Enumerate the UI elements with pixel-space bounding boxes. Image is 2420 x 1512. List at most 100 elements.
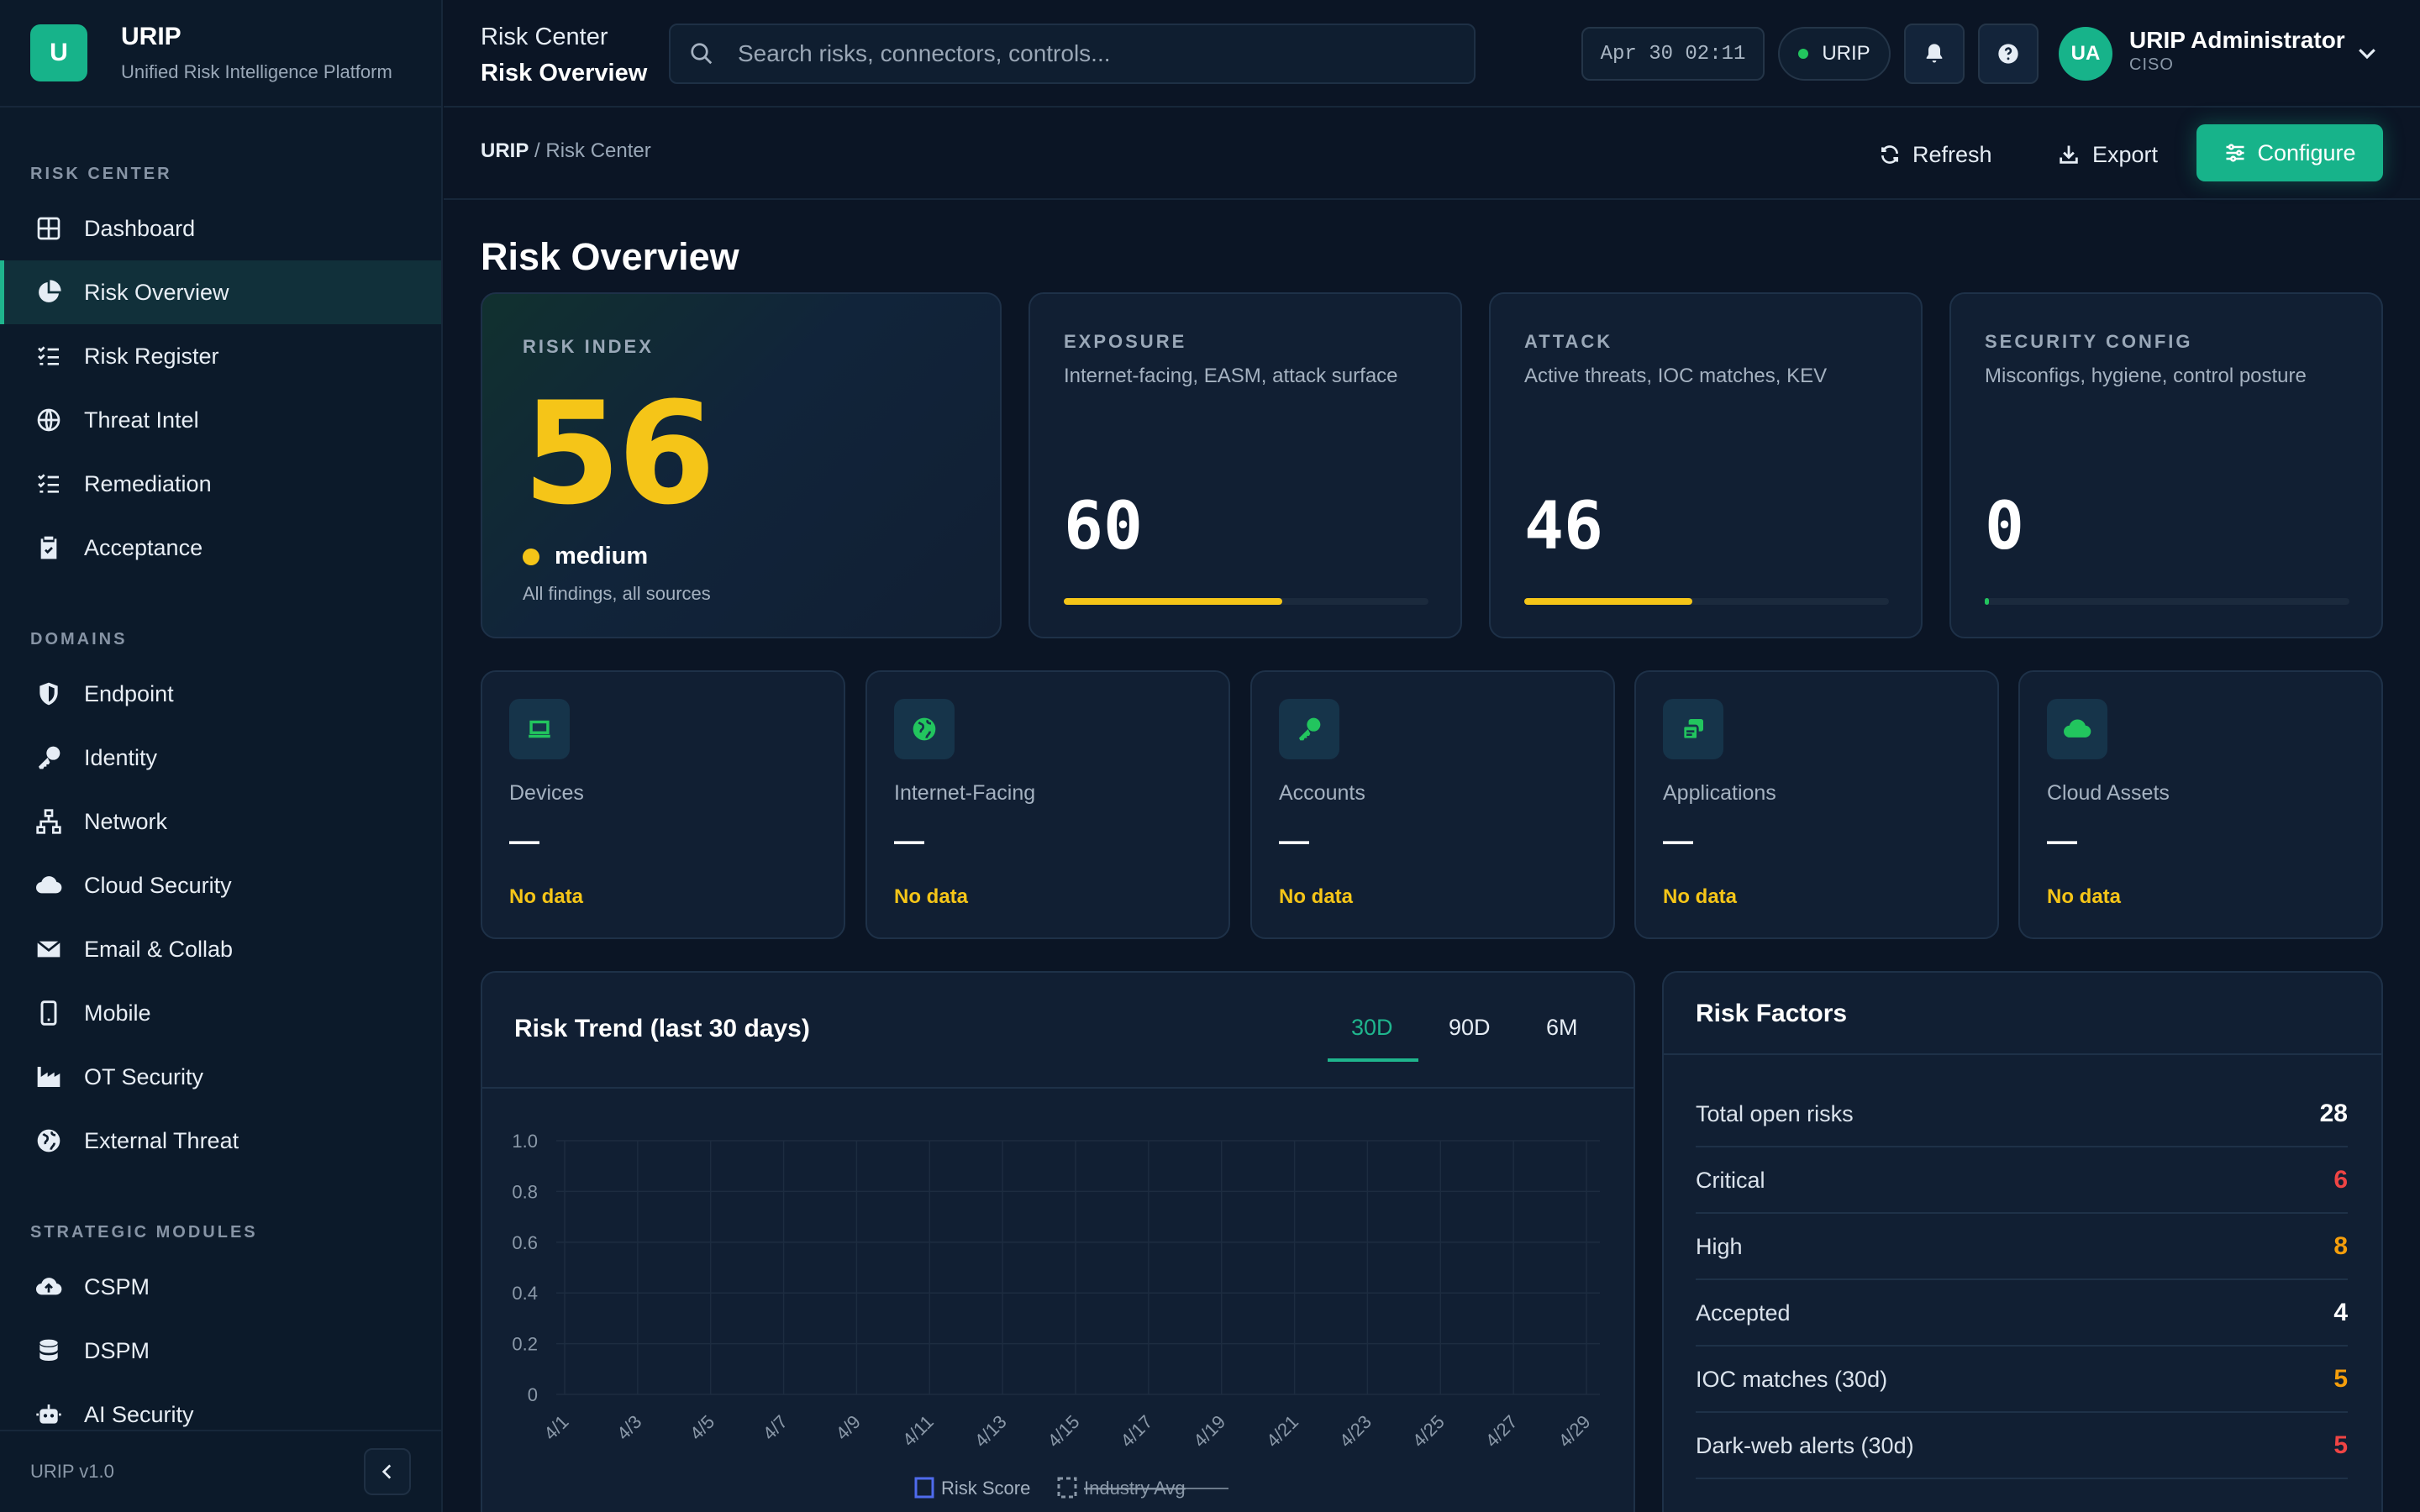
breadcrumb-current: Risk Center	[545, 139, 651, 162]
sidebar-item-label: Acceptance	[84, 534, 203, 560]
kpi-value: 46	[1524, 489, 1603, 564]
kpi-label: SECURITY CONFIG	[1985, 331, 2193, 352]
nav-section-risk-center: RISK CENTER	[30, 165, 172, 183]
export-button[interactable]: Export	[2057, 126, 2158, 183]
kpi-label: ATTACK	[1524, 331, 1613, 352]
risk-factor-row[interactable]: Total open risks 28	[1696, 1082, 2348, 1147]
refresh-button[interactable]: Refresh	[1879, 126, 1992, 183]
topbar-title: Risk Center Risk Overview	[481, 24, 647, 87]
topbar: Risk Center Risk Overview Apr 30 02:11 U…	[444, 0, 2420, 108]
asset-status: No data	[2047, 885, 2122, 908]
sidebar-item-cspm[interactable]: CSPM	[0, 1255, 441, 1319]
cloud-icon	[34, 870, 64, 900]
risk-factor-row[interactable]: Critical 6	[1696, 1148, 2348, 1214]
asset-value: —	[1663, 823, 1693, 858]
kpi-card-attack[interactable]: ATTACK Active threats, IOC matches, KEV …	[1489, 292, 1923, 638]
user-menu-toggle[interactable]	[2354, 40, 2380, 70]
sidebar-item-label: Remediation	[84, 470, 212, 496]
shield-icon	[34, 679, 64, 709]
risk-factor-value: 5	[2333, 1365, 2348, 1393]
kpi-progress-track	[1064, 598, 1428, 605]
x-tick-label: 4/25	[1408, 1411, 1449, 1452]
kpi-description: Internet-facing, EASM, attack surface	[1064, 365, 1398, 387]
risk-trend-header: Risk Trend (last 30 days) 30D 90D 6M	[482, 973, 1634, 1089]
brand[interactable]: U URIP Unified Risk Intelligence Platfor…	[0, 0, 441, 108]
sidebar-item-dashboard[interactable]: Dashboard	[0, 197, 441, 260]
sidebar-item-label: DSPM	[84, 1337, 150, 1363]
sidebar-item-external-threat[interactable]: External Threat	[0, 1109, 441, 1173]
asset-card-internet-facing[interactable]: Internet-Facing — No data	[865, 670, 1230, 939]
asset-status: No data	[1663, 885, 1738, 908]
asset-label: Internet-Facing	[894, 781, 1036, 805]
configure-button[interactable]: Configure	[2196, 124, 2383, 181]
kpi-description: Active threats, IOC matches, KEV	[1524, 365, 1828, 387]
sidebar: U URIP Unified Risk Intelligence Platfor…	[0, 0, 443, 1512]
tenant-badge[interactable]: URIP	[1778, 27, 1891, 81]
kpi-card-exposure[interactable]: EXPOSURE Internet-facing, EASM, attack s…	[1028, 292, 1462, 638]
asset-card-accounts[interactable]: Accounts — No data	[1250, 670, 1615, 939]
asset-card-devices[interactable]: Devices — No data	[481, 670, 845, 939]
risk-factor-row[interactable]: IOC matches (30d) 5	[1696, 1347, 2348, 1413]
app-version: URIP v1.0	[30, 1461, 114, 1482]
asset-card-applications[interactable]: Applications — No data	[1634, 670, 1999, 939]
y-tick-label: 0	[528, 1384, 538, 1405]
risk-factor-row[interactable]: High 8	[1696, 1215, 2348, 1280]
user-name[interactable]: URIP Administrator	[2129, 27, 2345, 54]
risk-factor-value: 8	[2333, 1232, 2348, 1260]
nav-section-strategic-modules: STRATEGIC MODULES	[30, 1223, 258, 1242]
kpi-card-security-config[interactable]: SECURITY CONFIG Misconfigs, hygiene, con…	[1949, 292, 2383, 638]
x-tick-label: 4/13	[971, 1411, 1011, 1452]
sidebar-footer: URIP v1.0	[0, 1430, 441, 1512]
kpi-value: 0	[1985, 489, 2024, 564]
collapse-sidebar-button[interactable]	[364, 1448, 411, 1495]
severity-dot	[523, 548, 539, 565]
x-tick-label: 4/27	[1481, 1411, 1522, 1452]
search-box[interactable]	[669, 24, 1476, 84]
breadcrumb-root[interactable]: URIP	[481, 139, 529, 162]
notifications-button[interactable]	[1904, 24, 1965, 84]
kpi-progress-track	[1524, 598, 1889, 605]
legend-swatch-risk-score	[914, 1477, 934, 1499]
breadcrumb-bar: URIP / Risk Center Refresh Export Config…	[444, 109, 2420, 200]
sidebar-item-acceptance[interactable]: Acceptance	[0, 516, 441, 580]
sidebar-item-cloud-security[interactable]: Cloud Security	[0, 853, 441, 917]
tab-30d[interactable]: 30D	[1351, 1006, 1393, 1049]
sidebar-item-remediation[interactable]: Remediation	[0, 452, 441, 516]
risk-factor-row[interactable]: Dark-web alerts (30d) 5	[1696, 1414, 2348, 1479]
topbar-title-section: Risk Center	[481, 24, 608, 50]
y-tick-label: 0.4	[512, 1283, 538, 1304]
chevron-down-icon	[2359, 49, 2375, 60]
key-icon	[34, 743, 64, 773]
sidebar-item-label: Cloud Security	[84, 872, 232, 898]
envelope-icon	[34, 934, 64, 964]
sidebar-item-dspm[interactable]: DSPM	[0, 1319, 441, 1383]
asset-card-cloud-assets[interactable]: Cloud Assets — No data	[2018, 670, 2383, 939]
tab-6m[interactable]: 6M	[1546, 1006, 1578, 1049]
nav-section-domains: DOMAINS	[30, 630, 128, 648]
help-button[interactable]	[1978, 24, 2039, 84]
sidebar-item-label: Email & Collab	[84, 936, 234, 962]
kpi-description: Misconfigs, hygiene, control posture	[1985, 365, 2307, 387]
sidebar-item-threat-intel[interactable]: Threat Intel	[0, 388, 441, 452]
risk-factor-value: 28	[2319, 1100, 2348, 1127]
sidebar-item-mobile[interactable]: Mobile	[0, 981, 441, 1045]
cloud-upload-icon	[34, 1272, 64, 1302]
sidebar-item-endpoint[interactable]: Endpoint	[0, 662, 441, 726]
risk-factor-row[interactable]: Accepted 4	[1696, 1281, 2348, 1347]
tab-90d[interactable]: 90D	[1449, 1006, 1491, 1049]
avatar[interactable]: UA	[2059, 27, 2112, 81]
sidebar-item-network[interactable]: Network	[0, 790, 441, 853]
sidebar-item-label: External Threat	[84, 1127, 239, 1153]
sidebar-item-risk-register[interactable]: Risk Register	[0, 324, 441, 388]
active-tab-indicator	[1328, 1058, 1418, 1062]
sidebar-item-risk-overview[interactable]: Risk Overview	[0, 260, 441, 324]
search-input[interactable]	[738, 40, 1410, 67]
sidebar-item-email-collab[interactable]: Email & Collab	[0, 917, 441, 981]
datetime-display: Apr 30 02:11	[1581, 27, 1765, 81]
sidebar-item-label: AI Security	[84, 1401, 194, 1427]
sidebar-item-identity[interactable]: Identity	[0, 726, 441, 790]
risk-trend-chart: 0 0.2 0.4 0.6 0.8 1.0 4/1 4/3 4/5 4/7 4/9 4/11 4/13 4…	[512, 1131, 1600, 1499]
sidebar-item-ot-security[interactable]: OT Security	[0, 1045, 441, 1109]
risk-index-note: All findings, all sources	[523, 583, 711, 604]
sidebar-item-label: OT Security	[84, 1063, 204, 1089]
